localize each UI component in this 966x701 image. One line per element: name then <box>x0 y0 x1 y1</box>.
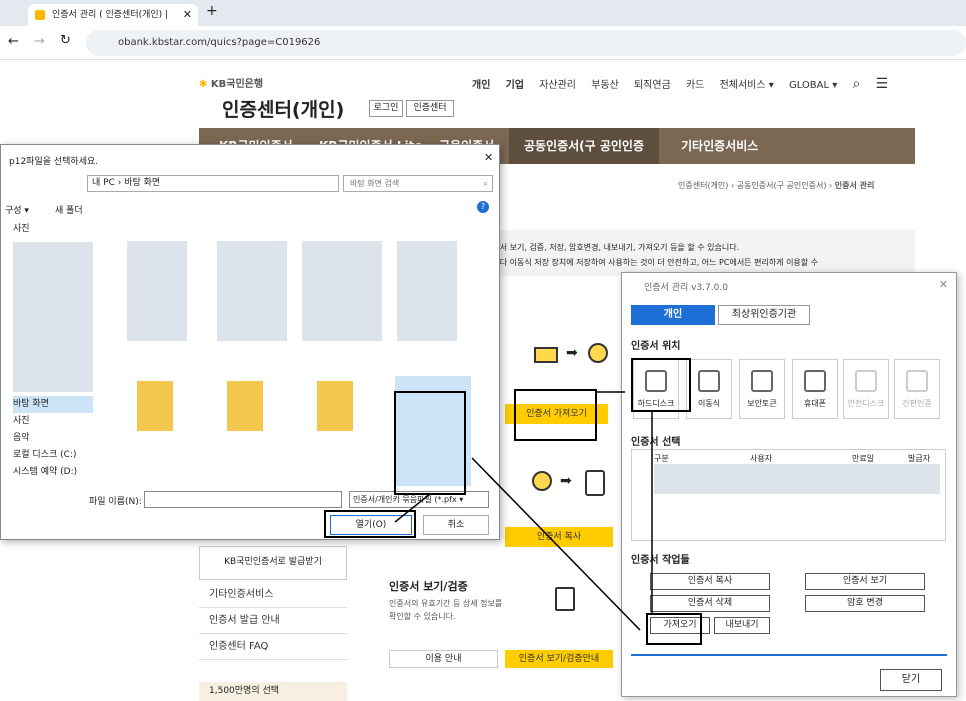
arrow-line <box>471 457 641 631</box>
annotation-arrows <box>394 391 653 631</box>
arrow-line <box>394 493 431 523</box>
